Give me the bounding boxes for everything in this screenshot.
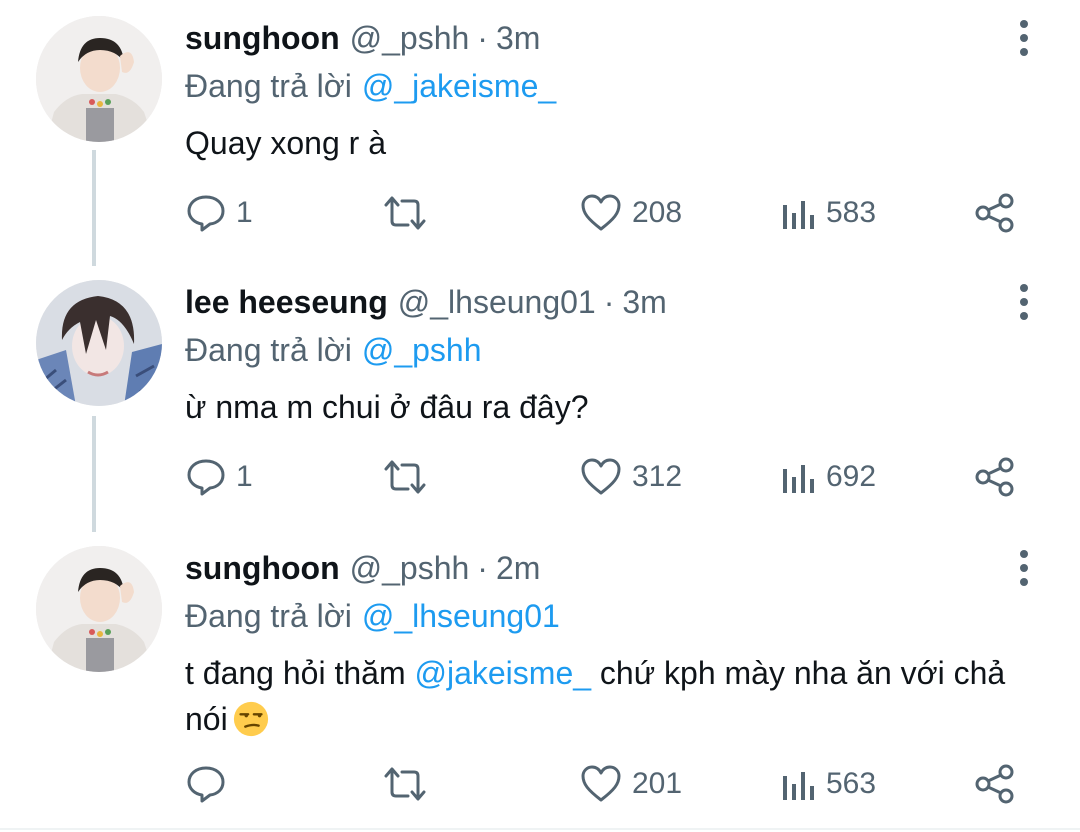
like-button[interactable]: 201 <box>580 759 682 809</box>
replying-to-label: Đang trả lời <box>185 67 352 104</box>
retweet-button[interactable] <box>382 188 428 238</box>
replying-to-mention[interactable]: @_pshh <box>362 332 482 369</box>
action-bar: 201 563 <box>0 759 1080 809</box>
heart-icon <box>581 194 621 231</box>
avatar-photo <box>36 546 162 672</box>
views-button[interactable]: 583 <box>780 188 876 238</box>
like-count: 208 <box>632 196 683 229</box>
like-count: 201 <box>632 767 683 800</box>
share-icon <box>975 193 1014 233</box>
retweet-icon <box>384 196 426 230</box>
view-count: 563 <box>826 767 877 800</box>
views-button[interactable]: 563 <box>780 759 876 809</box>
vertical-dots-icon <box>1020 20 1028 28</box>
more-options-button[interactable] <box>1012 16 1036 60</box>
unamused-face-emoji <box>233 701 268 737</box>
bar-chart-icon <box>783 465 814 493</box>
replying-to: Đang trả lời @_jakeisme_ <box>185 66 556 106</box>
tweet-text: ừ nma m chui ở đâu ra đây? <box>185 389 589 425</box>
author-name[interactable]: sunghoon <box>185 20 340 57</box>
replying-to-mention[interactable]: @_jakeisme_ <box>362 68 556 105</box>
more-options-button[interactable] <box>1012 280 1036 324</box>
share-button[interactable] <box>974 188 1016 238</box>
reply-count: 1 <box>236 460 253 493</box>
separator: · <box>603 283 615 320</box>
tweet-reply[interactable]: sunghoon @_pshh · 2m Đang trả lời @_lhse… <box>0 546 1080 816</box>
reply-button[interactable]: 1 <box>186 188 253 238</box>
views-button[interactable]: 692 <box>780 452 876 502</box>
view-count: 583 <box>826 196 877 229</box>
share-icon <box>975 764 1014 804</box>
tweet-text: t đang hỏi thăm @jakeisme_ chứ kph mày n… <box>185 650 1055 742</box>
avatar[interactable] <box>36 546 162 672</box>
retweet-button[interactable] <box>382 759 428 809</box>
action-bar: 1 208 583 <box>0 188 1080 238</box>
inline-mention[interactable]: @jakeisme_ <box>414 655 591 691</box>
bar-chart-icon <box>783 772 814 800</box>
speech-bubble-icon <box>187 195 225 232</box>
replying-to-label: Đang trả lời <box>185 597 352 634</box>
heart-icon <box>581 458 621 495</box>
tweet-reply[interactable]: lee heeseung @_lhseung01 · 3m Đang trả l… <box>0 280 1080 510</box>
retweet-icon <box>384 460 426 494</box>
author-name[interactable]: sunghoon <box>185 550 340 587</box>
more-options-button[interactable] <box>1012 546 1036 590</box>
author-handle[interactable]: @_pshh <box>350 550 470 587</box>
timestamp[interactable]: 3m <box>496 20 540 57</box>
heart-icon <box>581 765 621 802</box>
replying-to: Đang trả lời @_lhseung01 <box>185 596 560 636</box>
like-count: 312 <box>632 460 683 493</box>
author-handle[interactable]: @_pshh <box>350 20 470 57</box>
replying-to: Đang trả lời @_pshh <box>185 330 482 370</box>
divider <box>0 828 1080 830</box>
view-count: 692 <box>826 460 877 493</box>
tweet-text-part: t đang hỏi thăm <box>185 655 415 691</box>
timestamp[interactable]: 2m <box>496 550 540 587</box>
action-bar: 1 312 692 <box>0 452 1080 502</box>
replying-to-mention[interactable]: @_lhseung01 <box>362 598 560 635</box>
avatar-photo <box>36 16 162 142</box>
avatar[interactable] <box>36 16 162 142</box>
retweet-icon <box>384 767 426 801</box>
tweet-header: lee heeseung @_lhseung01 · 3m <box>185 280 667 324</box>
speech-bubble-icon <box>187 766 225 803</box>
timestamp[interactable]: 3m <box>622 284 666 321</box>
share-icon <box>975 457 1014 497</box>
separator: · <box>477 549 488 586</box>
reply-button[interactable]: 1 <box>186 452 253 502</box>
retweet-button[interactable] <box>382 452 428 502</box>
share-button[interactable] <box>974 452 1016 502</box>
reply-button[interactable] <box>186 759 236 809</box>
tweet-text: Quay xong r à <box>185 125 386 161</box>
like-button[interactable]: 208 <box>580 188 682 238</box>
share-button[interactable] <box>974 759 1016 809</box>
vertical-dots-icon <box>1020 550 1028 558</box>
like-button[interactable]: 312 <box>580 452 682 502</box>
author-handle[interactable]: @_lhseung01 <box>398 284 596 321</box>
separator: · <box>477 19 488 56</box>
reply-count: 1 <box>236 196 253 229</box>
vertical-dots-icon <box>1020 284 1028 292</box>
author-name[interactable]: lee heeseung <box>185 284 388 321</box>
tweet-reply[interactable]: sunghoon @_pshh · 3m Đang trả lời @_jake… <box>0 16 1080 246</box>
avatar-photo <box>36 280 162 406</box>
replying-to-label: Đang trả lời <box>185 331 352 368</box>
bar-chart-icon <box>783 201 814 229</box>
avatar[interactable] <box>36 280 162 406</box>
tweet-header: sunghoon @_pshh · 2m <box>185 546 540 590</box>
speech-bubble-icon <box>187 459 225 496</box>
tweet-header: sunghoon @_pshh · 3m <box>185 16 540 60</box>
